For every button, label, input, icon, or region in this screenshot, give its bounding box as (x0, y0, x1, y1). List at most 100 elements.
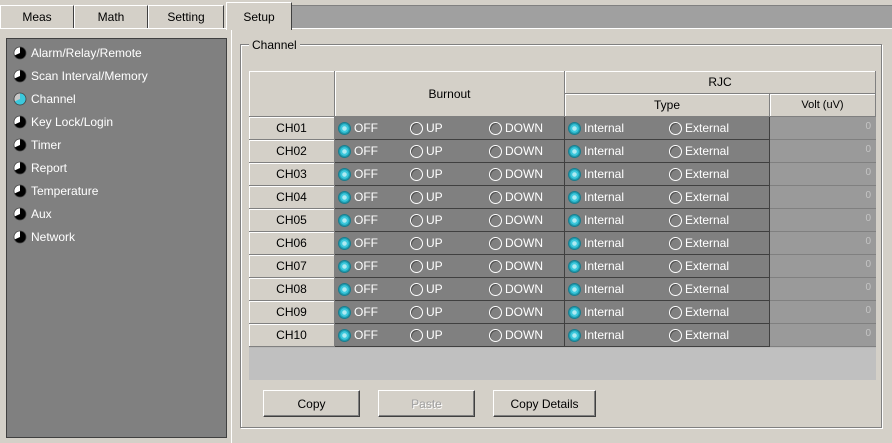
type-radio-internal[interactable]: Internal (568, 190, 624, 204)
type-radio-internal[interactable]: Internal (568, 328, 624, 342)
type-radio-external[interactable]: External (669, 236, 729, 250)
radio-label: UP (426, 305, 443, 319)
type-radio-internal[interactable]: Internal (568, 282, 624, 296)
volt-cell[interactable]: 0 (770, 140, 876, 163)
burnout-radio-down[interactable]: DOWN (489, 190, 543, 204)
sidebar-item-aux[interactable]: Aux (13, 204, 52, 224)
burnout-radio-down[interactable]: DOWN (489, 121, 543, 135)
volt-value: 0 (865, 144, 871, 155)
volt-cell[interactable]: 0 (770, 209, 876, 232)
volt-cell[interactable]: 0 (770, 278, 876, 301)
sidebar-item-key-lock-login[interactable]: Key Lock/Login (13, 112, 113, 132)
type-radio-internal[interactable]: Internal (568, 144, 624, 158)
radio-label: External (685, 305, 730, 319)
burnout-radio-off[interactable]: OFF (338, 236, 378, 250)
pie-icon (13, 230, 27, 244)
radio-indicator (489, 328, 502, 342)
type-radio-external[interactable]: External (669, 305, 729, 319)
tab-meas[interactable]: Meas (0, 5, 74, 28)
sidebar-item-temperature[interactable]: Temperature (13, 181, 98, 201)
tab-setup[interactable]: Setup (226, 2, 292, 30)
tab-setting[interactable]: Setting (148, 5, 224, 28)
channel-row-header: CH05 (249, 209, 335, 232)
volt-cell[interactable]: 0 (770, 163, 876, 186)
burnout-radio-up[interactable]: UP (410, 190, 443, 204)
burnout-radio-down[interactable]: DOWN (489, 328, 543, 342)
burnout-radio-down[interactable]: DOWN (489, 282, 543, 296)
burnout-radio-up[interactable]: UP (410, 144, 443, 158)
type-radio-internal[interactable]: Internal (568, 305, 624, 319)
burnout-radio-down[interactable]: DOWN (489, 213, 543, 227)
type-radio-external[interactable]: External (669, 144, 729, 158)
volt-cell[interactable]: 0 (770, 186, 876, 209)
sidebar-item-timer[interactable]: Timer (13, 135, 61, 155)
burnout-radio-down[interactable]: DOWN (489, 236, 543, 250)
volt-cell[interactable]: 0 (770, 117, 876, 140)
burnout-radio-up[interactable]: UP (410, 121, 443, 135)
type-radio-internal[interactable]: Internal (568, 259, 624, 273)
radio-indicator (568, 121, 581, 135)
volt-value: 0 (865, 305, 871, 316)
paste-button[interactable]: Paste (378, 390, 475, 417)
radio-indicator (568, 190, 581, 204)
radio-label: UP (426, 190, 443, 204)
type-radio-internal[interactable]: Internal (568, 121, 624, 135)
type-radio-external[interactable]: External (669, 328, 729, 342)
sidebar-item-channel[interactable]: Channel (13, 89, 76, 109)
burnout-radio-off[interactable]: OFF (338, 121, 378, 135)
sidebar-item-alarm-relay-remote[interactable]: Alarm/Relay/Remote (13, 43, 142, 63)
burnout-radio-off[interactable]: OFF (338, 213, 378, 227)
burnout-radio-off[interactable]: OFF (338, 282, 378, 296)
burnout-radio-up[interactable]: UP (410, 328, 443, 342)
radio-label: DOWN (505, 190, 543, 204)
burnout-radio-up[interactable]: UP (410, 213, 443, 227)
type-radio-internal[interactable]: Internal (568, 213, 624, 227)
type-radio-external[interactable]: External (669, 121, 729, 135)
radio-label: OFF (354, 328, 378, 342)
copy-details-button[interactable]: Copy Details (493, 390, 596, 417)
radio-indicator (568, 144, 581, 158)
burnout-radio-up[interactable]: UP (410, 167, 443, 181)
burnout-radio-up[interactable]: UP (410, 282, 443, 296)
type-radio-internal[interactable]: Internal (568, 167, 624, 181)
radio-label: UP (426, 282, 443, 296)
type-radio-external[interactable]: External (669, 167, 729, 181)
burnout-radio-down[interactable]: DOWN (489, 144, 543, 158)
burnout-radio-off[interactable]: OFF (338, 190, 378, 204)
type-header: Type (565, 94, 770, 117)
type-radio-external[interactable]: External (669, 282, 729, 296)
volt-cell[interactable]: 0 (770, 232, 876, 255)
burnout-radio-off[interactable]: OFF (338, 167, 378, 181)
sidebar-item-label: Key Lock/Login (31, 115, 114, 129)
burnout-radio-up[interactable]: UP (410, 305, 443, 319)
volt-cell[interactable]: 0 (770, 301, 876, 324)
sidebar-item-network[interactable]: Network (13, 227, 75, 247)
burnout-radio-down[interactable]: DOWN (489, 259, 543, 273)
radio-indicator (410, 190, 423, 204)
rjc-header-label: RJC (708, 75, 732, 89)
type-radio-internal[interactable]: Internal (568, 236, 624, 250)
radio-indicator (338, 282, 351, 296)
burnout-radio-down[interactable]: DOWN (489, 167, 543, 181)
burnout-radio-up[interactable]: UP (410, 236, 443, 250)
radio-indicator (568, 167, 581, 181)
tab-math[interactable]: Math (74, 5, 148, 28)
volt-cell[interactable]: 0 (770, 255, 876, 278)
type-radio-external[interactable]: External (669, 190, 729, 204)
copy-button[interactable]: Copy (263, 390, 360, 417)
radio-indicator (669, 282, 682, 296)
type-radio-external[interactable]: External (669, 213, 729, 227)
burnout-radio-off[interactable]: OFF (338, 328, 378, 342)
burnout-radio-off[interactable]: OFF (338, 305, 378, 319)
radio-label: Internal (584, 259, 625, 273)
sidebar-item-label: Alarm/Relay/Remote (31, 46, 142, 60)
burnout-radio-down[interactable]: DOWN (489, 305, 543, 319)
sidebar-item-report[interactable]: Report (13, 158, 67, 178)
burnout-radio-up[interactable]: UP (410, 259, 443, 273)
radio-indicator (338, 121, 351, 135)
burnout-radio-off[interactable]: OFF (338, 144, 378, 158)
type-radio-external[interactable]: External (669, 259, 729, 273)
burnout-radio-off[interactable]: OFF (338, 259, 378, 273)
sidebar-item-scan-interval-memory[interactable]: Scan Interval/Memory (13, 66, 148, 86)
volt-cell[interactable]: 0 (770, 324, 876, 347)
